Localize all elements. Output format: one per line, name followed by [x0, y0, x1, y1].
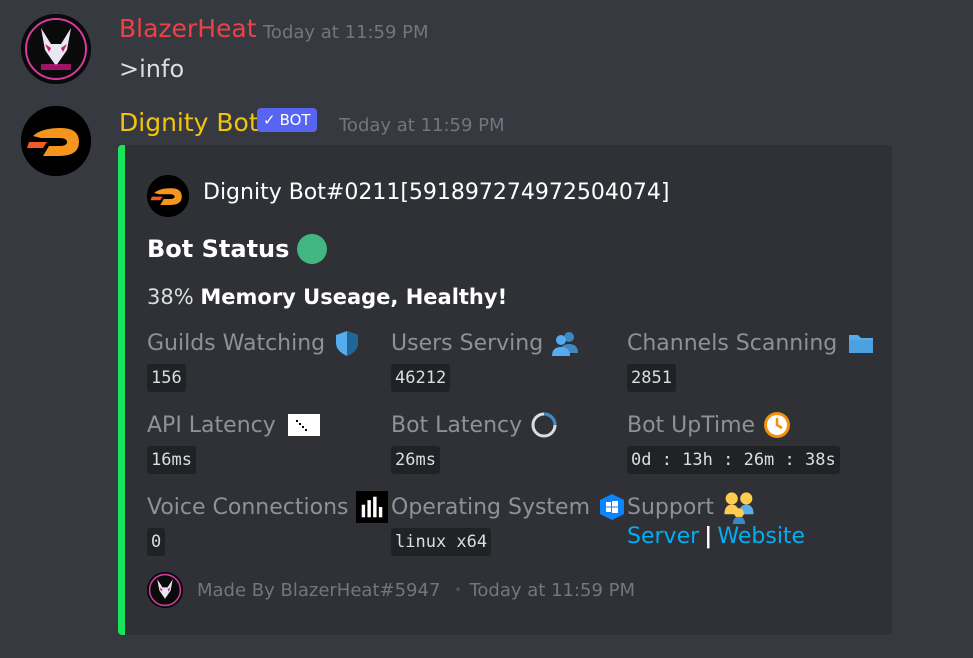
embed-title-text: Bot Status [147, 235, 290, 263]
field-name: Bot Latency [391, 412, 523, 438]
field-name: Channels Scanning [627, 330, 838, 356]
embed-description: 38% Memory Useage, Healthy! [147, 285, 507, 309]
field-value: 0 [147, 528, 166, 556]
fox-mask-avatar-icon [147, 572, 183, 608]
message-content: >info [119, 55, 185, 83]
memory-status: Memory Useage, Healthy! [200, 285, 508, 309]
embed-title: Bot Status [147, 234, 328, 264]
support-link-separator: | [704, 524, 713, 549]
shield-icon [336, 331, 359, 356]
field-value: 0d : 13h : 26m : 38s [627, 446, 840, 474]
field-bot-uptime: Bot UpTime 0d : 13h : 26m : 38s [627, 410, 840, 474]
windows-icon [600, 494, 625, 520]
users-icon [552, 332, 579, 356]
embed-accent-bar [118, 145, 125, 635]
dignity-logo-icon [147, 175, 189, 217]
check-icon: ✓ [263, 111, 276, 129]
bot-username[interactable]: Dignity Bot [119, 108, 259, 137]
folder-icon [849, 335, 874, 353]
field-value: 46212 [391, 364, 451, 392]
field-name: Bot UpTime [627, 412, 756, 438]
field-channels-scanning: Channels Scanning 2851 [627, 328, 877, 392]
field-guilds-watching: Guilds Watching 156 [147, 328, 361, 392]
bot-tag-label: BOT [279, 111, 311, 129]
clock-icon [764, 412, 791, 438]
dignity-bot-avatar[interactable] [21, 106, 91, 176]
embed: Dignity Bot#0211[591897274972504074] Bot… [118, 145, 892, 635]
loading-icon [531, 412, 557, 438]
field-name: API Latency [147, 412, 276, 438]
field-value: 26ms [391, 446, 440, 474]
fox-mask-avatar-icon [21, 14, 91, 84]
support-website-link[interactable]: Website [717, 524, 805, 549]
field-api-latency: API Latency 16ms [147, 410, 320, 474]
message-username[interactable]: BlazerHeat [119, 14, 257, 43]
bot-tag: ✓ BOT [257, 108, 317, 132]
chat-window: BlazerHeat Today at 11:59 PM >info Digni… [0, 0, 973, 658]
field-value: 156 [147, 364, 186, 392]
embed-footer: Made By BlazerHeat#5947 • Today at 11:59… [147, 572, 635, 608]
field-value: 2851 [627, 364, 676, 392]
support-server-link[interactable]: Server [627, 524, 699, 549]
message-timestamp: Today at 11:59 PM [263, 22, 429, 43]
family-icon [724, 492, 754, 524]
blazerheat-avatar[interactable] [21, 14, 91, 84]
footer-timestamp: Today at 11:59 PM [469, 579, 636, 601]
embed-author-avatar [147, 175, 189, 217]
field-voice-connections: Voice Connections 0 [147, 491, 389, 556]
field-value: 16ms [147, 446, 196, 474]
field-name: Voice Connections [147, 494, 349, 520]
dignity-logo-icon [21, 106, 91, 176]
footer-separator: • [454, 583, 462, 597]
field-operating-system: Operating System linux x64 [391, 492, 626, 556]
field-support: Support Server | Website [627, 492, 805, 549]
field-value: linux x64 [391, 528, 492, 556]
footer-text: Made By BlazerHeat#5947 [197, 579, 441, 601]
bars-icon [356, 491, 389, 523]
field-name: Operating System [391, 494, 591, 520]
field-bot-latency: Bot Latency 26ms [391, 410, 558, 474]
embed-author-name: Dignity Bot#0211[591897274972504074] [203, 180, 670, 205]
message-timestamp: Today at 11:59 PM [339, 115, 505, 136]
field-name: Users Serving [391, 330, 544, 356]
memory-percent: 38% [147, 285, 194, 309]
footer-avatar [147, 572, 183, 608]
field-users-serving: Users Serving 46212 [391, 328, 579, 392]
latency-icon [287, 414, 320, 436]
field-name: Support [627, 494, 714, 520]
field-name: Guilds Watching [147, 330, 326, 356]
green-circle-icon [297, 234, 328, 264]
